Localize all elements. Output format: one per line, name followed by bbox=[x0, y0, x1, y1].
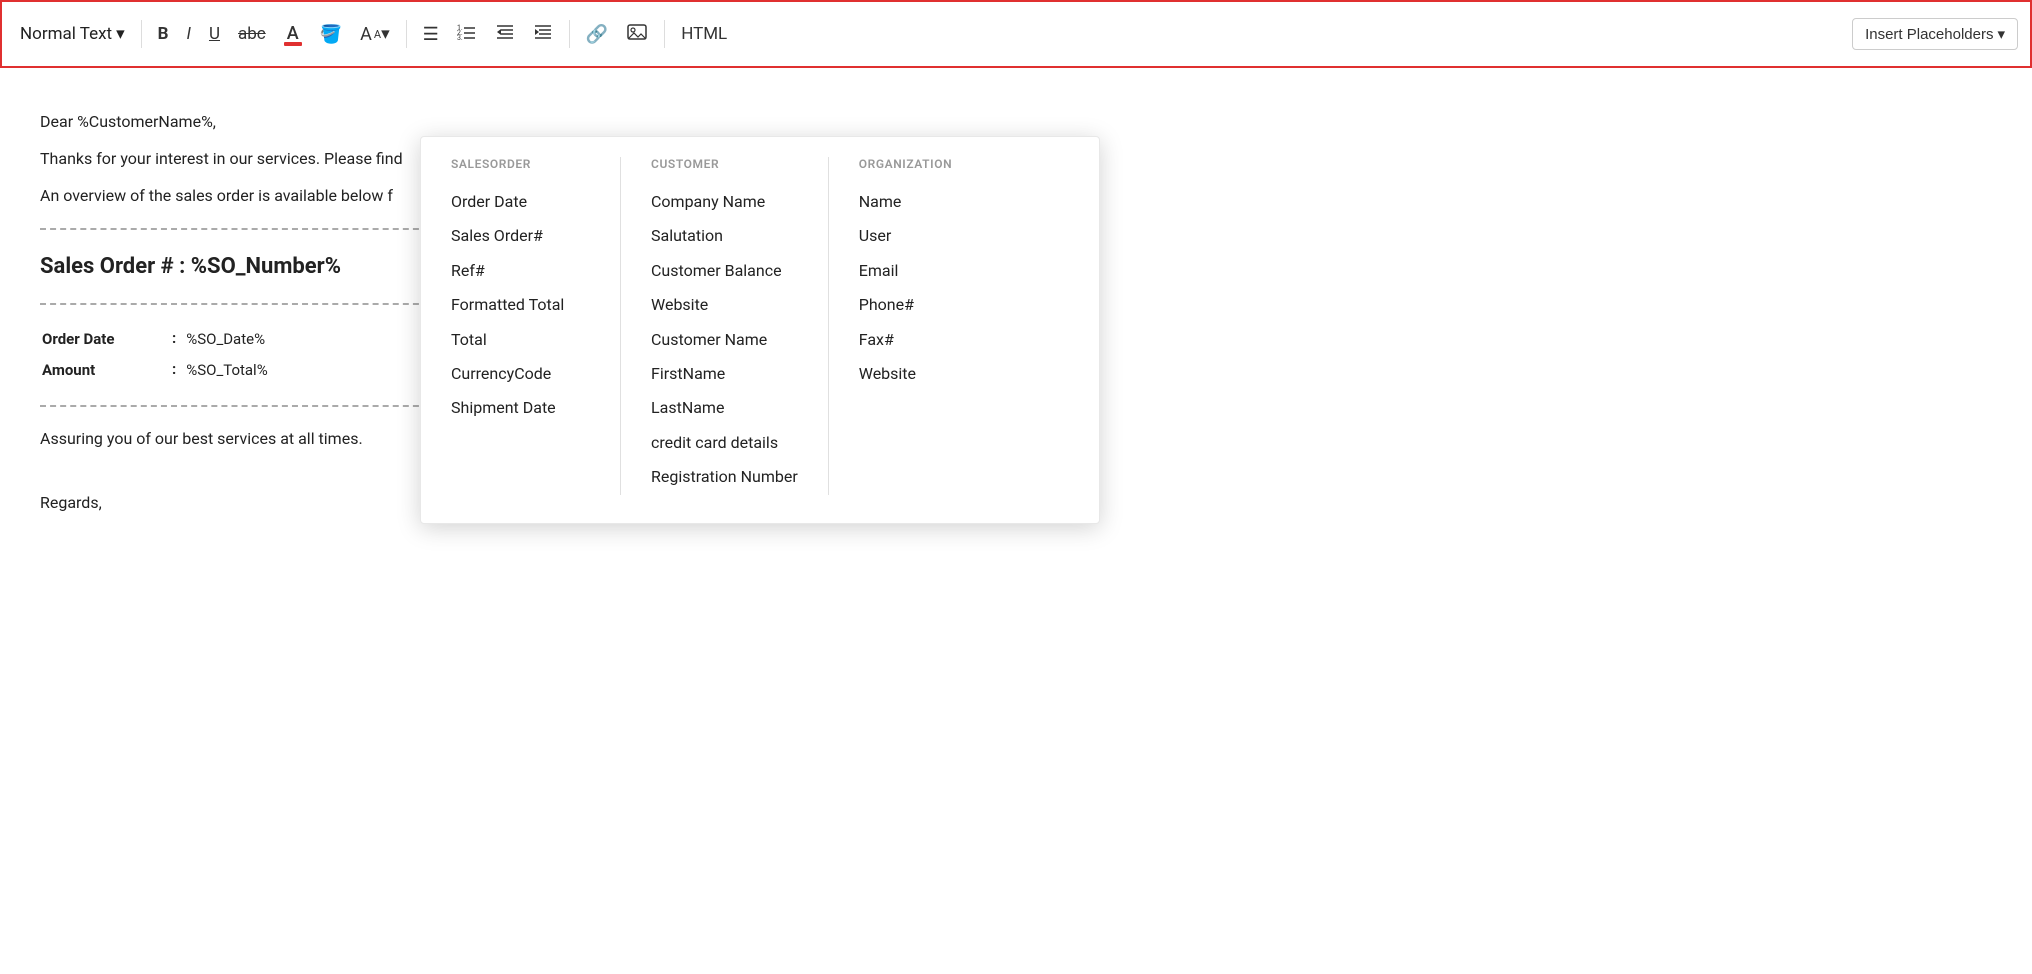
customer-item-credit-card[interactable]: credit card details bbox=[651, 426, 798, 460]
amount-value: %SO_Total% bbox=[186, 356, 267, 385]
org-item-name[interactable]: Name bbox=[859, 185, 999, 219]
numbered-list-icon: 1. 2. 3. bbox=[457, 22, 477, 47]
font-color-icon: A bbox=[284, 23, 302, 46]
salesorder-item-formatted-total[interactable]: Formatted Total bbox=[451, 288, 590, 322]
italic-button[interactable]: I bbox=[181, 20, 197, 48]
salesorder-header: SALESORDER bbox=[451, 157, 590, 171]
amount-row: Amount : %SO_Total% bbox=[42, 356, 268, 385]
font-size-icon: AA bbox=[360, 24, 381, 45]
underline-button[interactable]: U bbox=[203, 20, 226, 48]
order-date-value: %SO_Date% bbox=[186, 325, 267, 354]
editor-wrapper: Dear %CustomerName%, Thanks for your int… bbox=[0, 68, 2032, 928]
chevron-down-icon: ▾ bbox=[116, 24, 125, 44]
order-date-colon: : bbox=[164, 325, 184, 354]
html-button[interactable]: HTML bbox=[675, 20, 733, 48]
insert-placeholders-dropdown: SALESORDER Order Date Sales Order# Ref# … bbox=[420, 136, 1100, 524]
customer-item-registration[interactable]: Registration Number bbox=[651, 460, 798, 494]
editor-toolbar: Normal Text ▾ B I U abc A 🪣 AA ▾ ☰ bbox=[0, 0, 2032, 68]
organization-header: ORGANIZATION bbox=[859, 157, 999, 171]
insert-placeholders-chevron: ▾ bbox=[1997, 25, 2005, 43]
order-date-label: Order Date bbox=[42, 325, 162, 354]
toolbar-divider-2 bbox=[406, 20, 407, 48]
customer-header: CUSTOMER bbox=[651, 157, 798, 171]
org-item-fax[interactable]: Fax# bbox=[859, 323, 999, 357]
order-details-table: Order Date : %SO_Date% Amount : %SO_Tota… bbox=[40, 323, 270, 387]
customer-column: CUSTOMER Company Name Salutation Custome… bbox=[621, 157, 829, 495]
customer-item-customer-name[interactable]: Customer Name bbox=[651, 323, 798, 357]
bold-button[interactable]: B bbox=[152, 20, 175, 48]
org-item-user[interactable]: User bbox=[859, 219, 999, 253]
customer-item-website[interactable]: Website bbox=[651, 288, 798, 322]
organization-column: ORGANIZATION Name User Email Phone# Fax#… bbox=[829, 157, 1029, 495]
toolbar-divider-1 bbox=[141, 20, 142, 48]
indent-decrease-button[interactable] bbox=[489, 18, 521, 51]
toolbar-divider-3 bbox=[569, 20, 570, 48]
image-icon bbox=[626, 21, 648, 48]
salesorder-item-total[interactable]: Total bbox=[451, 323, 590, 357]
greeting-text: Dear %CustomerName%, bbox=[40, 108, 520, 135]
font-color-button[interactable]: A bbox=[278, 19, 308, 50]
customer-item-firstname[interactable]: FirstName bbox=[651, 357, 798, 391]
bullet-list-button[interactable]: ☰ bbox=[417, 20, 445, 49]
bullet-list-icon: ☰ bbox=[423, 24, 439, 45]
salesorder-column: SALESORDER Order Date Sales Order# Ref# … bbox=[421, 157, 621, 495]
strikethrough-button[interactable]: abc bbox=[232, 20, 272, 48]
salesorder-item-sales-order[interactable]: Sales Order# bbox=[451, 219, 590, 253]
insert-placeholders-label: Insert Placeholders bbox=[1865, 26, 1993, 43]
amount-label: Amount bbox=[42, 356, 162, 385]
order-date-row: Order Date : %SO_Date% bbox=[42, 325, 268, 354]
highlight-button[interactable]: 🪣 bbox=[314, 20, 348, 49]
org-item-email[interactable]: Email bbox=[859, 254, 999, 288]
amount-colon: : bbox=[164, 356, 184, 385]
salesorder-item-order-date[interactable]: Order Date bbox=[451, 185, 590, 219]
customer-item-lastname[interactable]: LastName bbox=[651, 391, 798, 425]
numbered-list-button[interactable]: 1. 2. 3. bbox=[451, 18, 483, 51]
salesorder-item-currency-code[interactable]: CurrencyCode bbox=[451, 357, 590, 391]
customer-item-company-name[interactable]: Company Name bbox=[651, 185, 798, 219]
indent-increase-icon bbox=[533, 22, 553, 47]
highlight-icon: 🪣 bbox=[320, 24, 342, 45]
org-item-phone[interactable]: Phone# bbox=[859, 288, 999, 322]
font-size-button[interactable]: AA ▾ bbox=[354, 20, 395, 49]
normal-text-label: Normal Text bbox=[20, 24, 112, 44]
insert-placeholders-button[interactable]: Insert Placeholders ▾ bbox=[1852, 18, 2018, 50]
link-icon: 🔗 bbox=[586, 24, 608, 45]
html-label: HTML bbox=[681, 24, 727, 44]
toolbar-divider-4 bbox=[664, 20, 665, 48]
salesorder-item-ref[interactable]: Ref# bbox=[451, 254, 590, 288]
indent-decrease-icon bbox=[495, 22, 515, 47]
salesorder-item-shipment-date[interactable]: Shipment Date bbox=[451, 391, 590, 425]
customer-item-balance[interactable]: Customer Balance bbox=[651, 254, 798, 288]
customer-item-salutation[interactable]: Salutation bbox=[651, 219, 798, 253]
org-item-website[interactable]: Website bbox=[859, 357, 999, 391]
svg-text:3.: 3. bbox=[457, 34, 463, 42]
normal-text-dropdown[interactable]: Normal Text ▾ bbox=[14, 20, 131, 48]
indent-increase-button[interactable] bbox=[527, 18, 559, 51]
link-button[interactable]: 🔗 bbox=[580, 20, 614, 49]
font-size-chevron: ▾ bbox=[381, 24, 390, 44]
image-button[interactable] bbox=[620, 17, 654, 52]
